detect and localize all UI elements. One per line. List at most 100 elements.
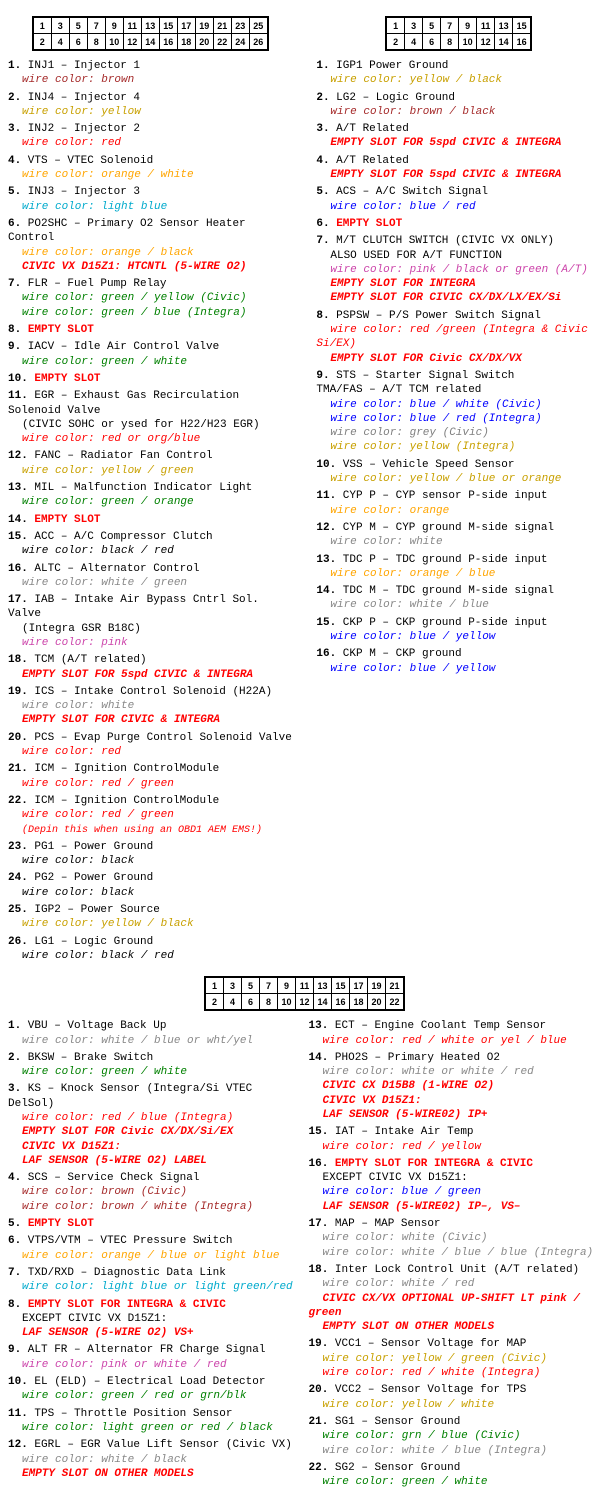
- wire-color: wire color: white (Civic): [309, 1232, 488, 1244]
- extra-note: EMPTY SLOT FOR Civic CX/DX/VX: [316, 353, 521, 365]
- pin-cell: 3: [405, 18, 423, 34]
- item-number: 5. INJ3 – Injector 3: [8, 186, 140, 198]
- pin-cell: 1: [33, 18, 51, 34]
- list-item: 7. TXD/RXD – Diagnostic Data Linkwire co…: [8, 1266, 301, 1295]
- list-item: 13. ECT – Engine Coolant Temp Sensorwire…: [309, 1019, 602, 1048]
- wire-color: wire color: red or org/blue: [8, 433, 200, 445]
- pin-cell: 19: [368, 978, 386, 994]
- connector-d-two-col: 1. VBU – Voltage Back Upwire color: whit…: [8, 1019, 601, 1492]
- item-number: 11. EGR – Exhaust Gas Recirculation Sole…: [8, 390, 239, 416]
- item-number: 2. INJ4 – Injector 4: [8, 92, 140, 104]
- wire-color: wire color: white: [316, 536, 442, 548]
- list-item: 12. EGRL – EGR Value Lift Sensor (Civic …: [8, 1438, 301, 1481]
- extra-note: LAF SENSOR (5-WIRE O2) VS+: [8, 1327, 194, 1339]
- extra-note-3: LAF SENSOR (5-WIRE02) IP+: [309, 1109, 488, 1121]
- pin-cell: 11: [296, 978, 314, 994]
- list-item: 14. EMPTY SLOT: [8, 513, 293, 527]
- item-number: 19. VCC1 – Sensor Voltage for MAP: [309, 1338, 527, 1350]
- list-item: 7. M/T CLUTCH SWITCH (CIVIC VX ONLY)ALSO…: [316, 234, 601, 305]
- pin-cell: 13: [314, 978, 332, 994]
- extra-note: EMPTY SLOT FOR Civic CX/DX/Si/EX: [8, 1126, 233, 1138]
- wire-color: wire color: red /green (Integra & Civic …: [316, 324, 587, 350]
- wire-color: wire color: green / yellow (Civic): [8, 292, 246, 304]
- wire-color: wire color: white / blue: [316, 599, 488, 611]
- list-item: 11. CYP P – CYP sensor P-side inputwire …: [316, 489, 601, 518]
- list-item: 11. EGR – Exhaust Gas Recirculation Sole…: [8, 389, 293, 446]
- list-item: 21. ICM – Ignition ControlModulewire col…: [8, 762, 293, 791]
- wire-color: wire color: light blue: [8, 201, 167, 213]
- list-item: 14. TDC M – TDC ground M-side signal wire…: [316, 584, 601, 613]
- wire-color: wire color: pink or white / red: [8, 1359, 227, 1371]
- list-item: 5. ACS – A/C Switch Signalwire color: bl…: [316, 185, 601, 214]
- item-number: 2. BKSW – Brake Switch: [8, 1052, 153, 1064]
- item-number: 3. KS – Knock Sensor (Integra/Si VTEC De…: [8, 1083, 252, 1109]
- item-number: 15. CKP P – CKP ground P-side input: [316, 617, 547, 629]
- item-number: 12. CYP M – CYP ground M-side signal: [316, 522, 554, 534]
- extra-note: EMPTY SLOT FOR 5spd CIVIC & INTEGRA: [8, 669, 253, 681]
- wire-color: wire color: yellow: [8, 106, 141, 118]
- list-item: 3. KS – Knock Sensor (Integra/Si VTEC De…: [8, 1082, 301, 1168]
- extra-note-2: CIVIC VX D15Z1:: [309, 1095, 422, 1107]
- list-item: 13. MIL – Malfunction Indicator Lightwir…: [8, 481, 293, 510]
- pin-cell: 13: [141, 18, 159, 34]
- pin-cell: 19: [195, 18, 213, 34]
- pin-cell: 6: [69, 34, 87, 50]
- item-number: 7. FLR – Fuel Pump Relay: [8, 278, 166, 290]
- wire-color: wire color: brown / black: [316, 106, 495, 118]
- item-number: 17. MAP – MAP Sensor: [309, 1218, 441, 1230]
- wire-color: wire color: yellow / black: [316, 74, 502, 86]
- wire-color: wire color: blue / yellow: [316, 631, 495, 643]
- list-item: 25. IGP2 – Power Sourcewire color: yello…: [8, 903, 293, 932]
- list-item: 2. INJ4 – Injector 4 wire color: yellow: [8, 91, 293, 120]
- item-number: 14. TDC M – TDC ground M-side signal: [316, 585, 554, 597]
- extra-note: EMPTY SLOT FOR 5spd CIVIC & INTEGRA: [316, 137, 561, 149]
- item-number: 10. EMPTY SLOT: [8, 373, 100, 385]
- pin-cell: 20: [195, 34, 213, 50]
- pin-cell: 14: [495, 34, 513, 50]
- wire-color: wire color: red / yellow: [309, 1141, 481, 1153]
- list-item: 16. EMPTY SLOT FOR INTEGRA & CIVICEXCEPT…: [309, 1157, 602, 1214]
- list-item: 8. PSPSW – P/S Power Switch Signalwire c…: [316, 309, 601, 366]
- item-number: 14. EMPTY SLOT: [8, 514, 100, 526]
- extra-note: CIVIC CX/VX OPTIONAL UP-SHIFT LT pink / …: [309, 1293, 580, 1319]
- top-connectors-row: 135791113151719212325 246810121416182022…: [8, 10, 601, 966]
- pin-cell: 16: [332, 994, 350, 1010]
- item-number: 21. ICM – Ignition ControlModule: [8, 763, 219, 775]
- pin-cell: 8: [260, 994, 278, 1010]
- pin-cell: 14: [141, 34, 159, 50]
- item-number: 21. SG1 – Sensor Ground: [309, 1416, 461, 1428]
- list-item: 6. PO2SHC – Primary O2 Sensor Heater Con…: [8, 217, 293, 274]
- page: 135791113151719212325 246810121416182022…: [0, 0, 609, 1502]
- item-number: 15. IAT – Intake Air Temp: [309, 1126, 474, 1138]
- pin-cell: 2: [387, 34, 405, 50]
- item-number: 9. ALT FR – Alternator FR Charge Signal: [8, 1344, 265, 1356]
- list-item: 15. ACC – A/C Compressor Clutchwire colo…: [8, 530, 293, 559]
- item-number: 14. PHO2S – Primary Heated O2: [309, 1052, 500, 1064]
- pin-cell: 16: [513, 34, 531, 50]
- pin-cell: 2: [33, 34, 51, 50]
- wire-color: wire color: white: [8, 700, 134, 712]
- item-number: 1. INJ1 – Injector 1: [8, 60, 140, 72]
- pin-cell: 6: [242, 994, 260, 1010]
- list-item: 7. FLR – Fuel Pump Relay wire color: gree…: [8, 277, 293, 320]
- wire-color: wire color: pink: [8, 637, 128, 649]
- wire-color: wire color: white or white / red: [309, 1066, 534, 1078]
- item-number: 12. FANC – Radiator Fan Control: [8, 450, 213, 462]
- list-item: 20. VCC2 – Sensor Voltage for TPSwire co…: [309, 1383, 602, 1412]
- item-label2: EXCEPT CIVIC VX D15Z1:: [309, 1172, 468, 1184]
- pin-cell: 9: [105, 18, 123, 34]
- item-number: 16. CKP M – CKP ground: [316, 648, 461, 660]
- pin-cell: 15: [159, 18, 177, 34]
- connector-b-list: 1. IGP1 Power Groundwire color: yellow /…: [316, 59, 601, 676]
- wire-color: wire color: green / white: [8, 356, 187, 368]
- wire-color: wire color: black: [8, 855, 134, 867]
- item-number: 6. PO2SHC – Primary O2 Sensor Heater Con…: [8, 218, 246, 244]
- pin-cell: 10: [459, 34, 477, 50]
- pin-cell: 7: [87, 18, 105, 34]
- wire-color: wire color: yellow / green (Civic): [309, 1353, 547, 1365]
- connector-a-section: 135791113151719212325 246810121416182022…: [8, 10, 293, 966]
- list-item: 23. PG1 – Power Groundwire color: black: [8, 840, 293, 869]
- wire-color: wire color: brown (Civic): [8, 1186, 187, 1198]
- pin-cell: 5: [242, 978, 260, 994]
- pin-cell: 12: [296, 994, 314, 1010]
